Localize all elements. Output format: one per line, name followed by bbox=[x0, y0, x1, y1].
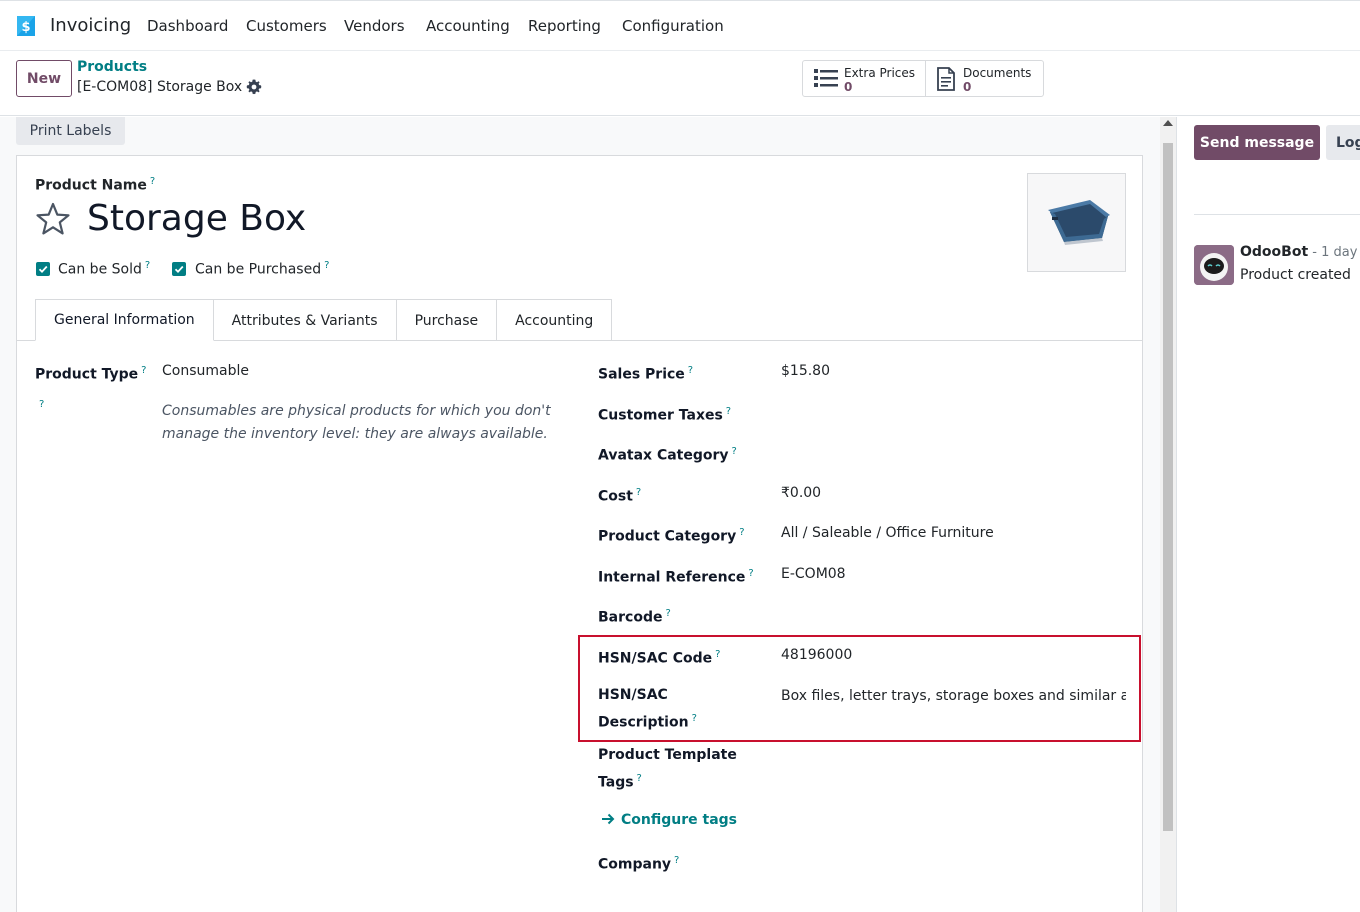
tab-accounting[interactable]: Accounting bbox=[496, 299, 613, 341]
tab-purchase[interactable]: Purchase bbox=[395, 299, 498, 341]
documents-count: 0 bbox=[963, 80, 972, 94]
company-label: Company? bbox=[598, 855, 680, 873]
invoicing-app-icon[interactable]: $ bbox=[14, 14, 38, 38]
checkmark-icon bbox=[38, 265, 48, 273]
menu-customers[interactable]: Customers bbox=[246, 17, 327, 35]
avatar[interactable] bbox=[1194, 245, 1234, 285]
sales-price-value[interactable]: $15.80 bbox=[781, 360, 830, 383]
message-author: OdooBot - 1 day a bbox=[1240, 244, 1360, 260]
chatter-divider bbox=[1194, 214, 1360, 215]
product-name-label: Product Name? bbox=[35, 176, 156, 194]
document-icon bbox=[937, 67, 955, 91]
extra-prices-count: 0 bbox=[844, 80, 853, 94]
cost-label: Cost? bbox=[598, 487, 642, 505]
help-tooltip[interactable]: ? bbox=[726, 406, 731, 417]
svg-text:$: $ bbox=[21, 20, 30, 35]
barcode-field[interactable] bbox=[781, 602, 1121, 625]
help-tooltip[interactable]: ? bbox=[674, 855, 679, 866]
menu-vendors[interactable]: Vendors bbox=[344, 17, 405, 35]
product-type-label: Product Type? bbox=[35, 365, 147, 383]
can-be-sold-checkbox[interactable] bbox=[36, 262, 50, 276]
message-body: Product created bbox=[1240, 267, 1351, 283]
new-button[interactable]: New bbox=[16, 60, 72, 97]
arrow-right-icon bbox=[602, 813, 615, 825]
gear-icon[interactable] bbox=[246, 79, 262, 95]
help-tooltip[interactable]: ? bbox=[748, 568, 753, 579]
extra-prices-button[interactable]: Extra Prices 0 bbox=[803, 61, 926, 96]
customer-taxes-label: Customer Taxes? bbox=[598, 406, 732, 424]
send-message-button[interactable]: Send message bbox=[1194, 125, 1320, 160]
product-type-select[interactable]: Consumable bbox=[162, 360, 249, 383]
star-icon[interactable] bbox=[35, 202, 71, 236]
help-tooltip[interactable]: ? bbox=[688, 365, 693, 376]
checkmark-icon bbox=[174, 265, 184, 273]
customer-taxes-field[interactable] bbox=[781, 400, 1121, 423]
control-panel: New Products [E-COM08] Storage Box Extra… bbox=[0, 52, 1360, 116]
help-tooltip[interactable]: ? bbox=[39, 399, 44, 410]
product-image[interactable] bbox=[1027, 173, 1126, 272]
documents-label: Documents bbox=[963, 66, 1032, 80]
can-be-purchased-checkbox[interactable] bbox=[172, 262, 186, 276]
menu-accounting[interactable]: Accounting bbox=[426, 17, 510, 35]
help-tooltip[interactable]: ? bbox=[145, 260, 150, 271]
help-tooltip[interactable]: ? bbox=[324, 260, 329, 271]
help-tooltip[interactable]: ? bbox=[141, 365, 146, 376]
form-tabs: General Information Attributes & Variant… bbox=[35, 299, 613, 341]
help-tooltip[interactable]: ? bbox=[150, 176, 155, 187]
help-tooltip[interactable]: ? bbox=[637, 773, 642, 784]
breadcrumb-products-link[interactable]: Products bbox=[77, 59, 147, 75]
odoobot-icon bbox=[1194, 245, 1234, 285]
barcode-label: Barcode? bbox=[598, 608, 671, 626]
menu-dashboard[interactable]: Dashboard bbox=[147, 17, 228, 35]
can-be-sold-label: Can be Sold? bbox=[58, 260, 151, 278]
scroll-up-arrow-icon[interactable] bbox=[1163, 120, 1173, 126]
avatax-category-field[interactable] bbox=[781, 440, 1121, 463]
hsn-highlight-box bbox=[578, 635, 1141, 742]
menu-configuration[interactable]: Configuration bbox=[622, 17, 724, 35]
extra-prices-label: Extra Prices bbox=[844, 66, 916, 80]
menu-reporting[interactable]: Reporting bbox=[528, 17, 601, 35]
tab-general-information[interactable]: General Information bbox=[35, 299, 214, 341]
product-type-hint: Consumables are physical products for wh… bbox=[162, 403, 551, 442]
help-tooltip[interactable]: ? bbox=[739, 527, 744, 538]
top-navbar: $ Invoicing Dashboard Customers Vendors … bbox=[0, 0, 1360, 51]
chatter-panel: Send message Log OdooBot - 1 day a Produ… bbox=[1176, 117, 1360, 912]
scroll-thumb[interactable] bbox=[1163, 143, 1173, 831]
help-tooltip[interactable]: ? bbox=[665, 608, 670, 619]
configure-tags-link[interactable]: Configure tags bbox=[601, 812, 737, 828]
log-note-button[interactable]: Log bbox=[1326, 125, 1360, 160]
avatax-category-label: Avatax Category? bbox=[598, 446, 737, 464]
print-labels-button[interactable]: Print Labels bbox=[16, 117, 125, 145]
smart-buttons: Extra Prices 0 Documents 0 bbox=[802, 60, 1044, 97]
help-tooltip[interactable]: ? bbox=[732, 446, 737, 457]
product-template-tags-label: Product Template Tags? bbox=[598, 747, 737, 791]
list-icon bbox=[814, 69, 838, 87]
message-date: - 1 day a bbox=[1312, 245, 1360, 260]
cost-value[interactable]: ₹0.00 bbox=[781, 482, 821, 505]
breadcrumb-current: [E-COM08] Storage Box bbox=[77, 79, 243, 95]
app-name[interactable]: Invoicing bbox=[50, 15, 131, 36]
product-category-value[interactable]: All / Saleable / Office Furniture bbox=[781, 522, 994, 545]
form-view: Print Labels Product Name? Storage Box C… bbox=[0, 117, 1176, 912]
sales-price-label: Sales Price? bbox=[598, 365, 694, 383]
storage-box-image bbox=[1048, 200, 1110, 245]
internal-reference-value[interactable]: E-COM08 bbox=[781, 563, 846, 586]
product-category-label: Product Category? bbox=[598, 527, 745, 545]
documents-button[interactable]: Documents 0 bbox=[926, 61, 1043, 96]
internal-reference-label: Internal Reference? bbox=[598, 568, 754, 586]
tab-attributes-variants[interactable]: Attributes & Variants bbox=[212, 299, 397, 341]
can-be-purchased-label: Can be Purchased? bbox=[195, 260, 330, 278]
company-field[interactable] bbox=[781, 849, 1121, 872]
help-tooltip[interactable]: ? bbox=[636, 487, 641, 498]
form-sheet: Product Name? Storage Box Can be Sold? C… bbox=[16, 155, 1143, 912]
product-name-value[interactable]: Storage Box bbox=[87, 198, 306, 239]
form-scrollbar[interactable] bbox=[1160, 117, 1176, 912]
